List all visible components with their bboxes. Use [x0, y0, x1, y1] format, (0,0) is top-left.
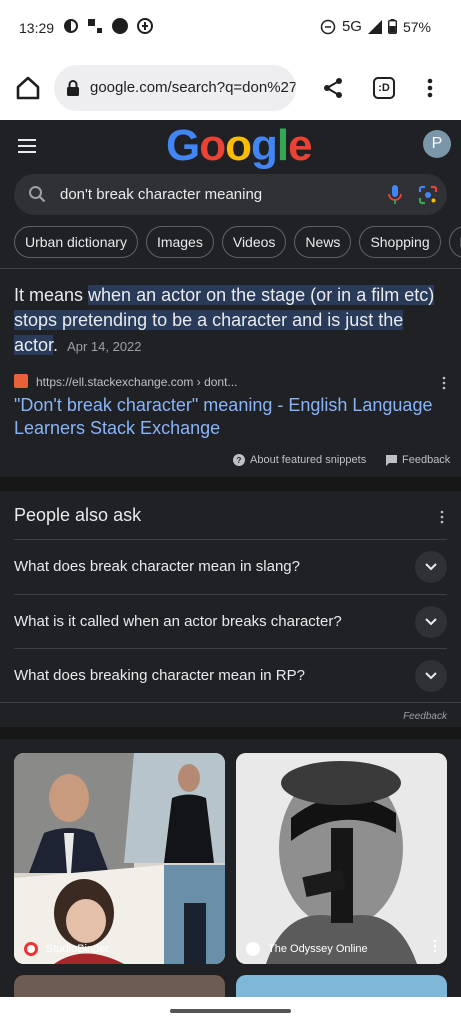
- chip-news[interactable]: News: [294, 226, 352, 258]
- search-query[interactable]: don't break character meaning: [60, 186, 262, 203]
- paa-question[interactable]: What is it called when an actor breaks c…: [14, 594, 447, 648]
- help-icon: ?: [233, 454, 245, 466]
- chip-books[interactable]: Books: [448, 226, 461, 258]
- chip-images[interactable]: Images: [145, 226, 214, 258]
- divider: [0, 702, 461, 703]
- brightness-icon: [64, 19, 78, 33]
- lock-icon: [67, 80, 79, 96]
- question-text: What does breaking character mean in RP?: [14, 667, 305, 684]
- feedback-icon: [386, 454, 397, 466]
- cast-icon: [88, 19, 102, 33]
- home-icon[interactable]: [14, 74, 42, 102]
- circle-icon: [112, 18, 128, 34]
- paa-feedback[interactable]: Feedback: [403, 711, 447, 722]
- chevron-down-icon[interactable]: [415, 606, 447, 638]
- feedback-label: Feedback: [402, 454, 451, 466]
- search-icon[interactable]: [28, 185, 46, 203]
- status-bar: 13:29 5G 57%: [0, 0, 461, 56]
- image-card-partial[interactable]: [236, 975, 447, 997]
- svg-text:?: ?: [237, 456, 242, 465]
- search-box[interactable]: don't break character meaning: [14, 174, 447, 215]
- divider: [0, 268, 461, 269]
- stackexchange-favicon: [14, 374, 28, 388]
- source-url[interactable]: https://ell.stackexchange.com › dont...: [36, 375, 237, 389]
- url-text: google.com/search?q=don%27: [90, 79, 296, 96]
- featured-snippet-text: It means when an actor on the stage (or …: [14, 283, 450, 359]
- network-label: 5G: [341, 18, 362, 35]
- battery-icon: [387, 19, 397, 34]
- chevron-down-icon[interactable]: [415, 660, 447, 692]
- image-source-label: StudioBinder: [46, 943, 109, 955]
- snippet-feedback[interactable]: Feedback: [386, 454, 450, 466]
- signal-icon: [367, 19, 382, 34]
- hamburger-menu-icon[interactable]: [18, 139, 36, 153]
- data-saver-icon: [137, 18, 153, 34]
- chip-shopping[interactable]: Shopping: [359, 226, 441, 258]
- odyssey-logo: [246, 942, 260, 956]
- paa-question[interactable]: What does breaking character mean in RP?: [14, 648, 447, 702]
- avatar[interactable]: P: [423, 130, 451, 158]
- microphone-icon[interactable]: [386, 184, 404, 206]
- dnd-icon: [320, 19, 336, 34]
- image-card-partial[interactable]: [14, 975, 225, 997]
- tab-switcher-button[interactable]: :D: [373, 77, 395, 99]
- snippet-source[interactable]: https://ell.stackexchange.com › dont...: [14, 373, 446, 391]
- image-card[interactable]: StudioBinder: [14, 753, 225, 964]
- result-title-link[interactable]: "Don't break character" meaning - Englis…: [14, 394, 444, 440]
- filter-chips: Urban dictionary Images Videos News Shopping…: [14, 226, 461, 258]
- browser-toolbar: google.com/search?q=don%27 :D: [0, 56, 461, 120]
- section-gap: [0, 727, 461, 739]
- clock: 13:29: [19, 20, 55, 36]
- snippet-date: Apr 14, 2022: [67, 339, 142, 354]
- paa-question[interactable]: What does break character mean in slang?: [14, 539, 447, 593]
- image-source[interactable]: StudioBinder: [24, 942, 109, 956]
- studiobinder-logo: [24, 942, 38, 956]
- image-menu-icon[interactable]: [433, 939, 437, 953]
- home-gesture-handle[interactable]: [170, 1009, 291, 1013]
- snippet-lead: It means: [14, 285, 89, 305]
- google-logo[interactable]: Google: [166, 120, 313, 172]
- question-text: What is it called when an actor breaks c…: [14, 613, 342, 630]
- paa-title: People also ask: [14, 505, 142, 525]
- image-source-label: The Odyssey Online: [268, 943, 368, 955]
- overflow-menu-icon[interactable]: [418, 76, 442, 100]
- status-right: 5G 57%: [320, 18, 431, 35]
- chip-urban-dictionary[interactable]: Urban dictionary: [14, 226, 138, 258]
- paa-menu-icon[interactable]: [440, 510, 444, 524]
- gesture-nav-bar: [0, 997, 461, 1024]
- result-menu-icon[interactable]: [442, 376, 446, 390]
- google-lens-icon[interactable]: [418, 185, 438, 205]
- section-gap: [0, 477, 461, 491]
- about-featured-snippets[interactable]: ? About featured snippets: [233, 454, 366, 466]
- share-icon[interactable]: [321, 76, 345, 100]
- collage-image: [14, 753, 225, 964]
- question-text: What does break character mean in slang?: [14, 558, 300, 575]
- about-label: About featured snippets: [250, 454, 367, 466]
- image-card[interactable]: The Odyssey Online: [236, 753, 447, 964]
- battery-percent: 57%: [402, 18, 431, 35]
- image-source[interactable]: The Odyssey Online: [246, 942, 368, 956]
- chip-videos[interactable]: Videos: [221, 226, 287, 258]
- chevron-down-icon[interactable]: [415, 551, 447, 583]
- face-tape-image: [236, 753, 447, 964]
- address-bar[interactable]: google.com/search?q=don%27: [54, 65, 296, 111]
- snippet-tail: .: [53, 335, 59, 355]
